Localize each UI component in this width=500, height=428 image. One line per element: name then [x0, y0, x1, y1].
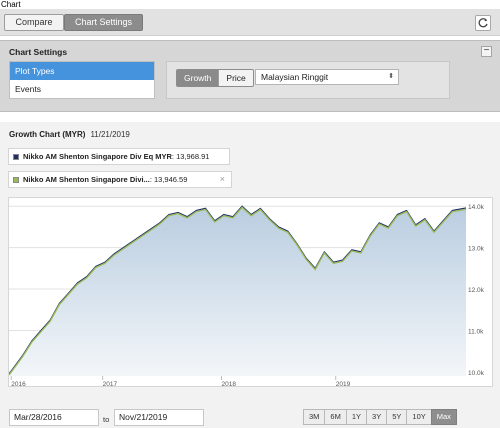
currency-select[interactable]: Malaysian Ringgit ⬍ — [255, 69, 399, 85]
chart-header: Growth Chart (MYR) 11/21/2019 — [9, 130, 130, 139]
range-button-6m[interactable]: 6M — [324, 409, 347, 425]
x-tick-label: 2019 — [336, 381, 351, 388]
y-tick-label: 11.0k — [468, 328, 484, 335]
legend-name: Nikko AM Shenton Singapore Divi... — [23, 175, 150, 184]
x-tick-label: 2017 — [103, 381, 118, 388]
legend-swatch — [13, 154, 19, 160]
legend-value: : 13,968.91 — [171, 152, 210, 161]
series-area — [9, 206, 466, 376]
mode-toggle: Growth Price — [176, 69, 254, 87]
y-tick-label: 12.0k — [468, 287, 485, 294]
price-button[interactable]: Price — [218, 70, 253, 86]
top-toolbar: Compare Chart Settings — [0, 9, 500, 36]
y-tick-label: 14.0k — [468, 204, 485, 211]
menu-item-events[interactable]: Events — [10, 80, 154, 98]
growth-chart-svg: 10.0k 11.0k 12.0k 13.0k 14.0k 2016 2017 2018 201… — [9, 204, 485, 388]
legend-item-1: Nikko AM Shenton Singapore Div Eq MYR: 1… — [8, 148, 230, 165]
collapse-button[interactable]: − — [481, 46, 492, 57]
chart-date: 11/21/2019 — [90, 130, 130, 139]
plot-options: Growth Price Malaysian Ringgit ⬍ — [166, 61, 450, 99]
to-date-input[interactable]: Nov/21/2019 — [114, 409, 204, 426]
range-buttons: 3M 6M 1Y 3Y 5Y 10Y Max — [303, 409, 457, 425]
tab-compare[interactable]: Compare — [4, 14, 64, 31]
range-button-1y[interactable]: 1Y — [345, 409, 368, 425]
plot-area: 10.0k 11.0k 12.0k 13.0k 14.0k 2016 2017 2018 201… — [8, 197, 493, 388]
chart-settings-panel: Chart Settings − Plot Types Events Growt… — [0, 40, 500, 112]
legend-close-icon[interactable]: × — [220, 172, 225, 187]
refresh-icon — [478, 18, 488, 28]
legend-swatch — [13, 177, 19, 183]
settings-menu: Plot Types Events — [9, 61, 155, 99]
refresh-button[interactable] — [475, 15, 491, 31]
to-label: to — [103, 415, 110, 424]
range-button-3y[interactable]: 3Y — [366, 409, 388, 425]
range-button-5y[interactable]: 5Y — [386, 409, 408, 425]
x-tick-label: 2016 — [11, 381, 26, 388]
window-title: Chart — [1, 0, 21, 9]
range-button-max[interactable]: Max — [430, 409, 457, 425]
chart-title: Growth Chart (MYR) — [9, 130, 86, 139]
x-tick-label: 2018 — [222, 381, 237, 388]
range-button-3m[interactable]: 3M — [303, 409, 326, 425]
select-arrows-icon: ⬍ — [388, 73, 394, 80]
legend-item-2: Nikko AM Shenton Singapore Divi...: 13,9… — [8, 171, 232, 188]
legend-name: Nikko AM Shenton Singapore Div Eq MYR — [23, 152, 172, 161]
tab-chart-settings[interactable]: Chart Settings — [64, 14, 143, 31]
range-button-10y[interactable]: 10Y — [406, 409, 432, 425]
from-date-input[interactable]: Mar/28/2016 — [9, 409, 99, 426]
legend-value: : 13,946.59 — [149, 175, 188, 184]
growth-button[interactable]: Growth — [177, 70, 219, 86]
y-tick-label: 10.0k — [468, 370, 485, 377]
panel-title: Chart Settings — [9, 47, 68, 57]
currency-value: Malaysian Ringgit — [261, 72, 329, 82]
menu-item-plot-types[interactable]: Plot Types — [10, 62, 154, 80]
growth-chart-section: Growth Chart (MYR) 11/21/2019 Nikko AM Sh… — [0, 122, 500, 428]
y-tick-label: 13.0k — [468, 246, 485, 253]
